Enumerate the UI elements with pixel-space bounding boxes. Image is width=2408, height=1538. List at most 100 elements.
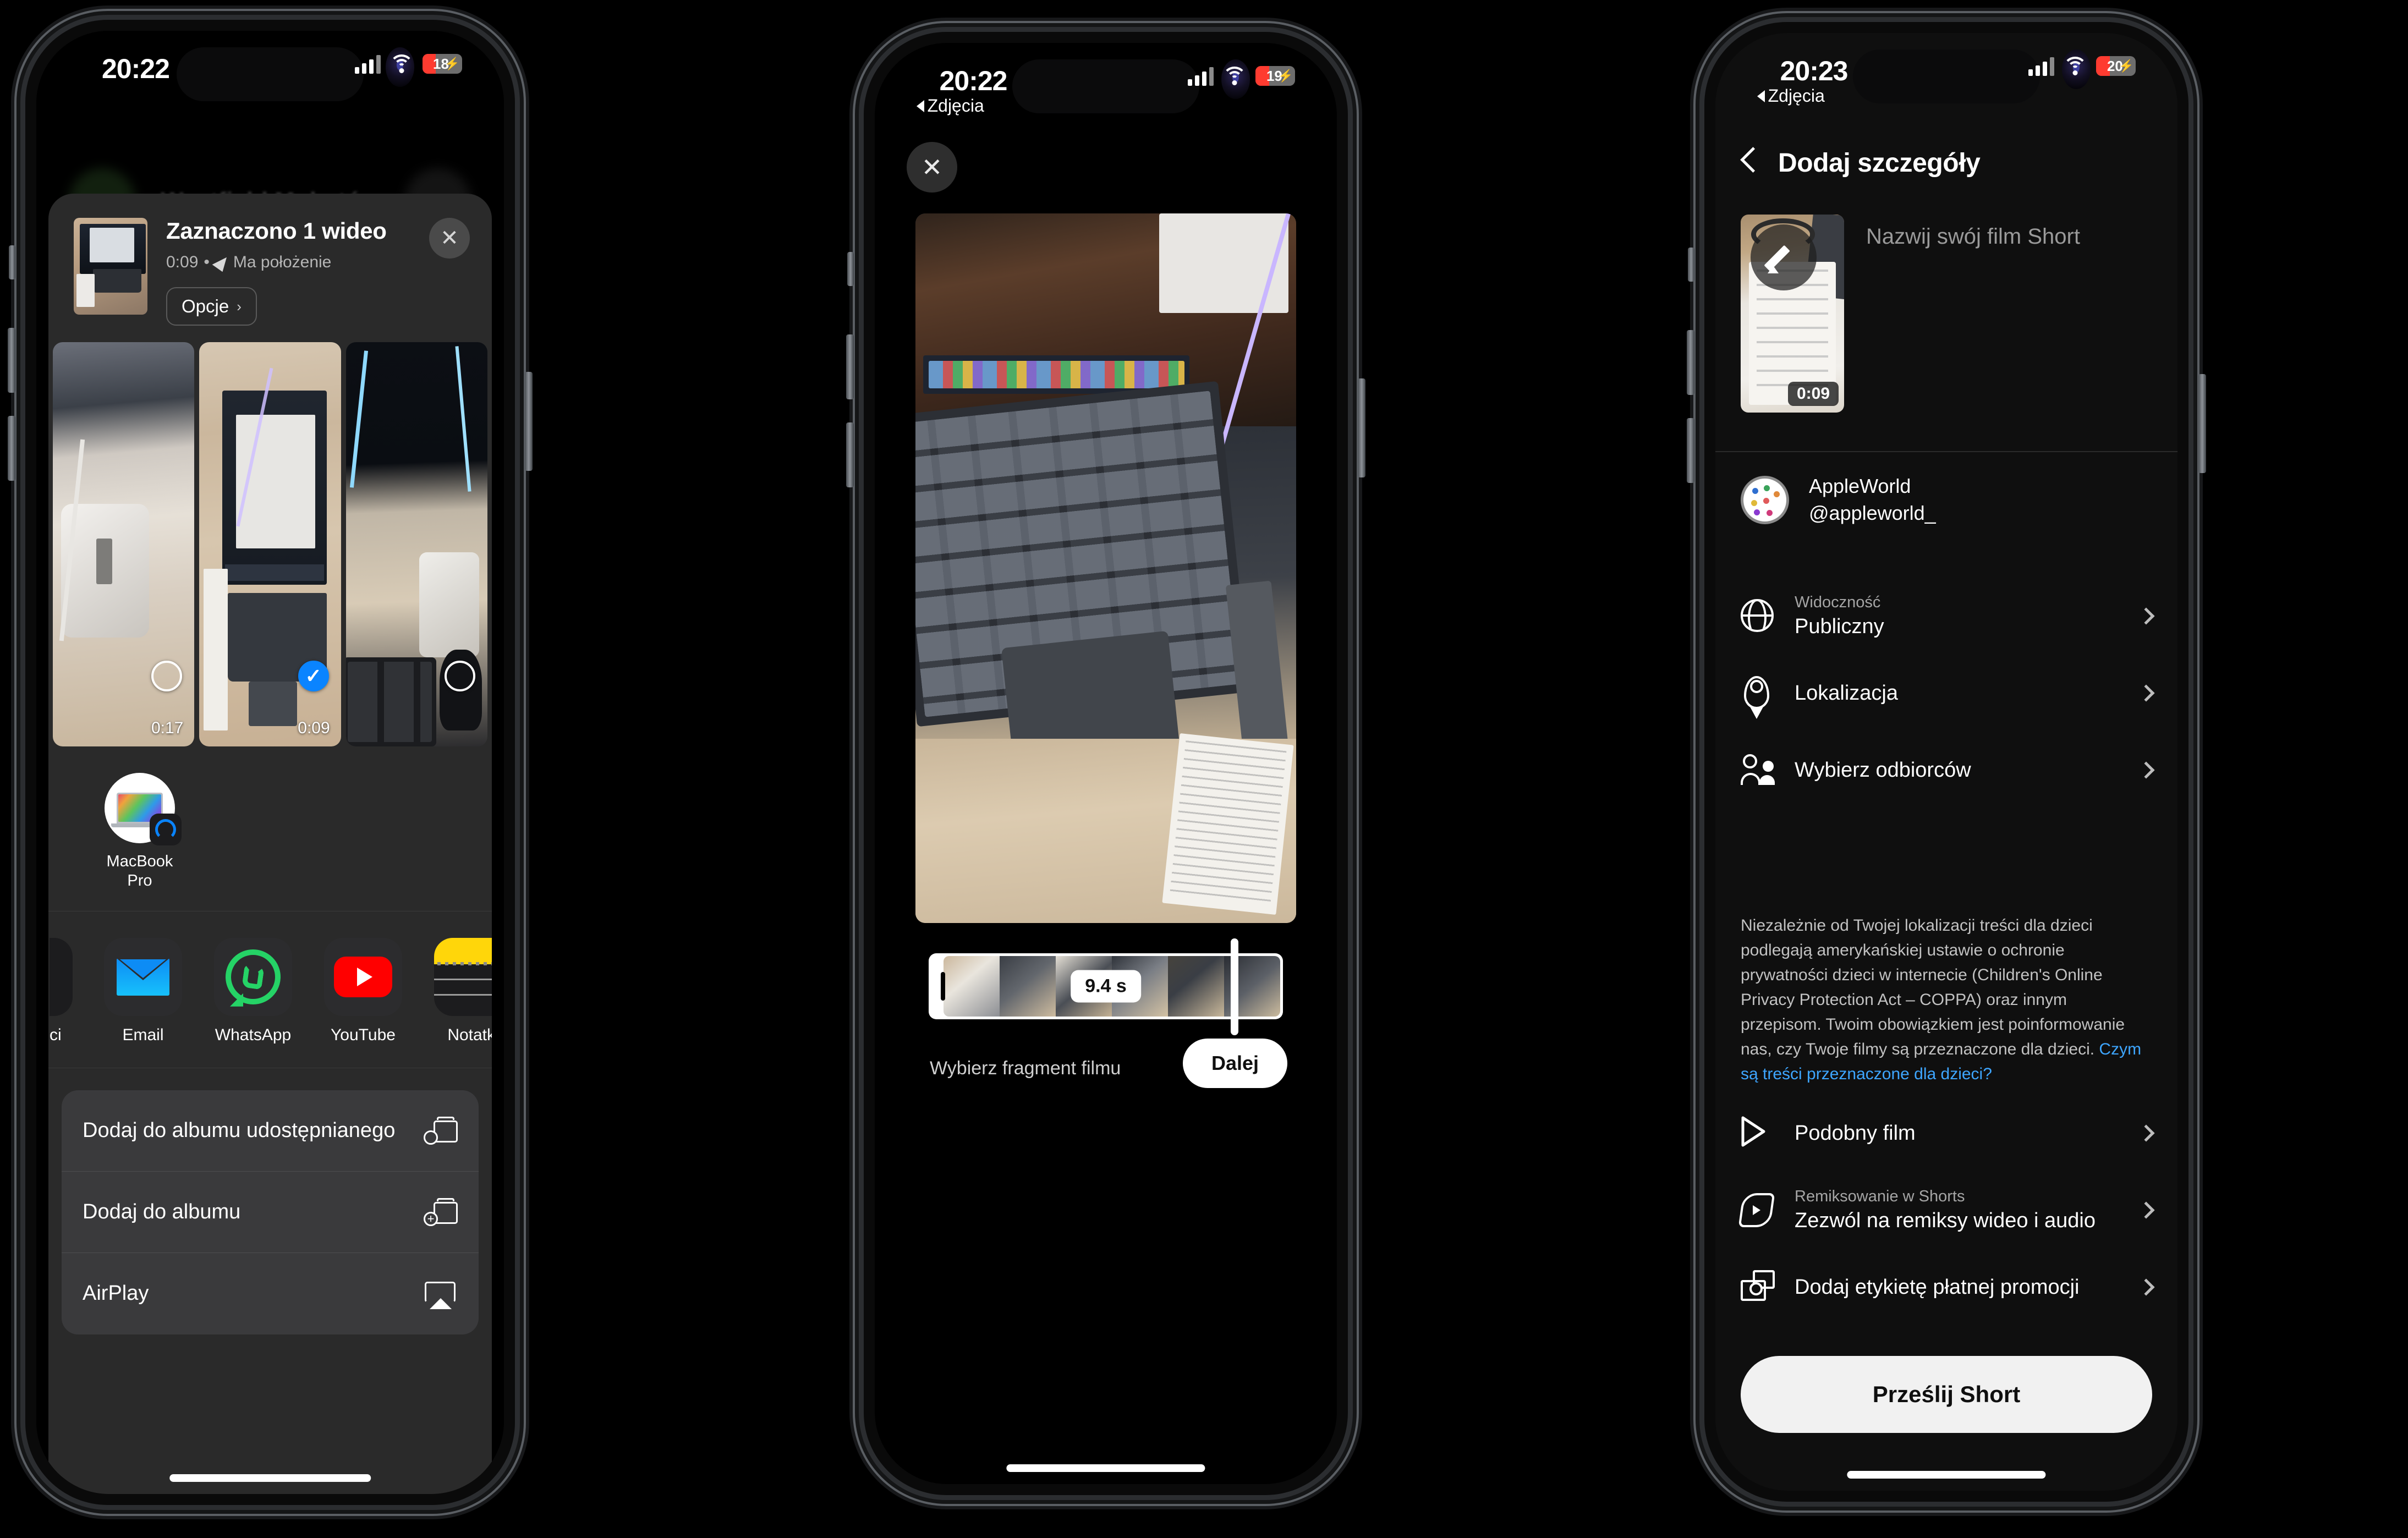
row-location[interactable]: Lokalizacja <box>1715 655 2177 732</box>
phone1-power-button <box>525 372 533 471</box>
row-paid-promotion[interactable]: Dodaj etykietę płatnej promocji <box>1715 1249 2177 1326</box>
row-remix[interactable]: Remiksowanie w Shorts Zezwól na remiksy … <box>1715 1172 2177 1249</box>
share-app-partial[interactable]: ci <box>50 937 74 1045</box>
photo-select-toggle[interactable] <box>444 661 475 691</box>
share-app-notes[interactable]: Notatki <box>432 937 492 1045</box>
next-button[interactable]: Dalej <box>1182 1039 1287 1088</box>
phone2-volume-down <box>846 422 854 487</box>
row-text: Podobny film <box>1795 1122 2120 1145</box>
cellular-signal-icon <box>1188 66 1214 86</box>
location-pin-icon <box>1741 676 1775 710</box>
action-add-to-shared-album[interactable]: Dodaj do albumu udostępnianego <box>62 1090 479 1172</box>
row-label: Lokalizacja <box>1795 681 1898 705</box>
phone1-volume-up <box>8 328 15 393</box>
photo-duration: 0:17 <box>151 719 184 737</box>
phone-1-screen: Westfield Mokotów 20:22 18 ⚡ <box>36 31 504 1494</box>
people-icon <box>1741 753 1775 787</box>
wifi-icon <box>2063 57 2088 75</box>
edit-pencil-icon[interactable] <box>1751 224 1817 290</box>
thumb-duration-badge: 0:09 <box>1787 382 1839 406</box>
video-preview[interactable] <box>915 213 1296 923</box>
phone3-power-button <box>2198 374 2206 473</box>
action-airplay[interactable]: AirPlay <box>62 1253 479 1334</box>
screenshot-canvas: Westfield Mokotów 20:22 18 ⚡ <box>0 0 2408 1538</box>
phone1-home-indicator[interactable] <box>169 1474 371 1482</box>
share-app-label: Notatki <box>447 1025 492 1044</box>
timeline-playhead[interactable] <box>1230 938 1238 1035</box>
coppa-disclaimer: Niezależnie od Twojej lokalizacji treści… <box>1741 913 2152 1086</box>
phone1-volume-down <box>8 416 15 481</box>
options-button-label: Opcje <box>182 296 229 316</box>
share-app-label: WhatsApp <box>215 1025 292 1044</box>
close-button[interactable]: ✕ <box>429 218 470 259</box>
chevron-right-icon <box>2137 761 2155 779</box>
share-app-youtube[interactable]: YouTube <box>322 937 404 1045</box>
account-name: AppleWorld <box>1809 475 1911 497</box>
row-label: Publiczny <box>1795 615 1884 638</box>
back-chevron-icon[interactable] <box>1741 147 1759 178</box>
chevron-right-icon <box>2137 607 2155 625</box>
youtube-icon <box>324 937 402 1016</box>
cellular-signal-icon <box>2028 56 2055 76</box>
location-arrow-icon <box>212 252 231 272</box>
cellular-signal-icon <box>354 54 381 74</box>
video-trim-timeline[interactable]: 9.4 s <box>929 953 1283 1019</box>
section-divider <box>1715 451 2177 452</box>
airdrop-device-icon <box>105 773 182 845</box>
location-label: Ma położenie <box>233 253 332 271</box>
paid-promotion-icon <box>1741 1270 1775 1304</box>
share-app-label: ci <box>50 1025 62 1044</box>
phone3-back-to-photos[interactable]: Zdjęcia <box>1757 86 1825 106</box>
phone2-home-indicator[interactable] <box>1006 1464 1205 1472</box>
share-sheet-header: Zaznaczono 1 wideo 0:09 • Ma położenie O… <box>48 194 492 342</box>
row-sublabel: Widoczność <box>1795 594 1881 611</box>
row-related-video[interactable]: Podobny film <box>1715 1095 2177 1172</box>
short-title-input[interactable]: Nazwij swój film Short <box>1866 215 2080 413</box>
phone3-home-indicator[interactable] <box>1847 1471 2046 1479</box>
options-button[interactable]: Opcje › <box>166 287 257 326</box>
photo-select-toggle[interactable] <box>151 661 183 691</box>
trim-handle-left[interactable] <box>941 972 945 1001</box>
share-app-whatsapp[interactable]: WhatsApp <box>212 937 294 1045</box>
back-label: Zdjęcia <box>927 96 984 116</box>
battery-icon: 19 ⚡ <box>1255 66 1296 86</box>
airdrop-target[interactable]: MacBook Pro <box>79 773 200 891</box>
share-app-label: YouTube <box>331 1025 396 1044</box>
app-share-row[interactable]: ci Email WhatsApp YouTube Notatk <box>48 911 492 1068</box>
row-visibility[interactable]: Widoczność Publiczny <box>1715 578 2177 655</box>
row-text: Dodaj etykietę płatnej promocji <box>1795 1276 2120 1299</box>
short-thumbnail[interactable]: 0:09 <box>1741 215 1844 413</box>
account-row[interactable]: AppleWorld @appleworld_ <box>1715 473 2177 526</box>
share-app-email[interactable]: Email <box>102 937 184 1045</box>
close-button[interactable]: ✕ <box>907 142 957 193</box>
row-audience[interactable]: Wybierz odbiorców <box>1715 732 2177 809</box>
row-label: Dodaj etykietę płatnej promocji <box>1795 1275 2080 1299</box>
airdrop-device-name: MacBook Pro <box>106 853 173 890</box>
photo-cell[interactable]: 0:09 <box>199 342 341 746</box>
battery-icon: 18 ⚡ <box>422 54 462 74</box>
chevron-right-icon: › <box>237 298 242 315</box>
chevron-right-icon <box>2137 1201 2155 1219</box>
details-settings-list: Widoczność Publiczny Lokalizacja Wybierz… <box>1715 578 2177 809</box>
submit-short-button[interactable]: Prześlij Short <box>1741 1356 2152 1433</box>
coppa-text: Niezależnie od Twojej lokalizacji treści… <box>1741 916 2125 1058</box>
whatsapp-icon <box>214 937 292 1016</box>
phone1-clock: 20:22 <box>102 53 170 84</box>
play-outline-icon <box>1741 1116 1775 1150</box>
phone2-back-to-photos[interactable]: Zdjęcia <box>916 96 984 116</box>
row-text: Lokalizacja <box>1795 682 2120 705</box>
airdrop-row: MacBook Pro <box>48 746 492 911</box>
chevron-right-icon <box>2137 1278 2155 1296</box>
trim-duration-badge: 9.4 s <box>1071 970 1141 1003</box>
phone1-status-bar: 20:22 18 ⚡ <box>36 31 504 113</box>
action-add-to-album[interactable]: Dodaj do albumu + <box>62 1172 479 1253</box>
phone-3-screen: 20:23 Zdjęcia 20 ⚡ Dodaj szczegóły 0:09 … <box>1715 33 2177 1491</box>
photo-cell[interactable] <box>345 342 487 746</box>
phone1-silent-switch <box>9 245 15 279</box>
trim-hint-label: Wybierz fragment filmu <box>930 1058 1121 1079</box>
photo-cell[interactable]: 0:17 <box>53 342 195 746</box>
photo-strip[interactable]: 0:17 0:09 <box>48 342 492 746</box>
photo-select-toggle-selected[interactable] <box>298 661 329 691</box>
charging-bolt-icon: ⚡ <box>445 57 460 70</box>
charging-bolt-icon: ⚡ <box>2119 59 2134 73</box>
